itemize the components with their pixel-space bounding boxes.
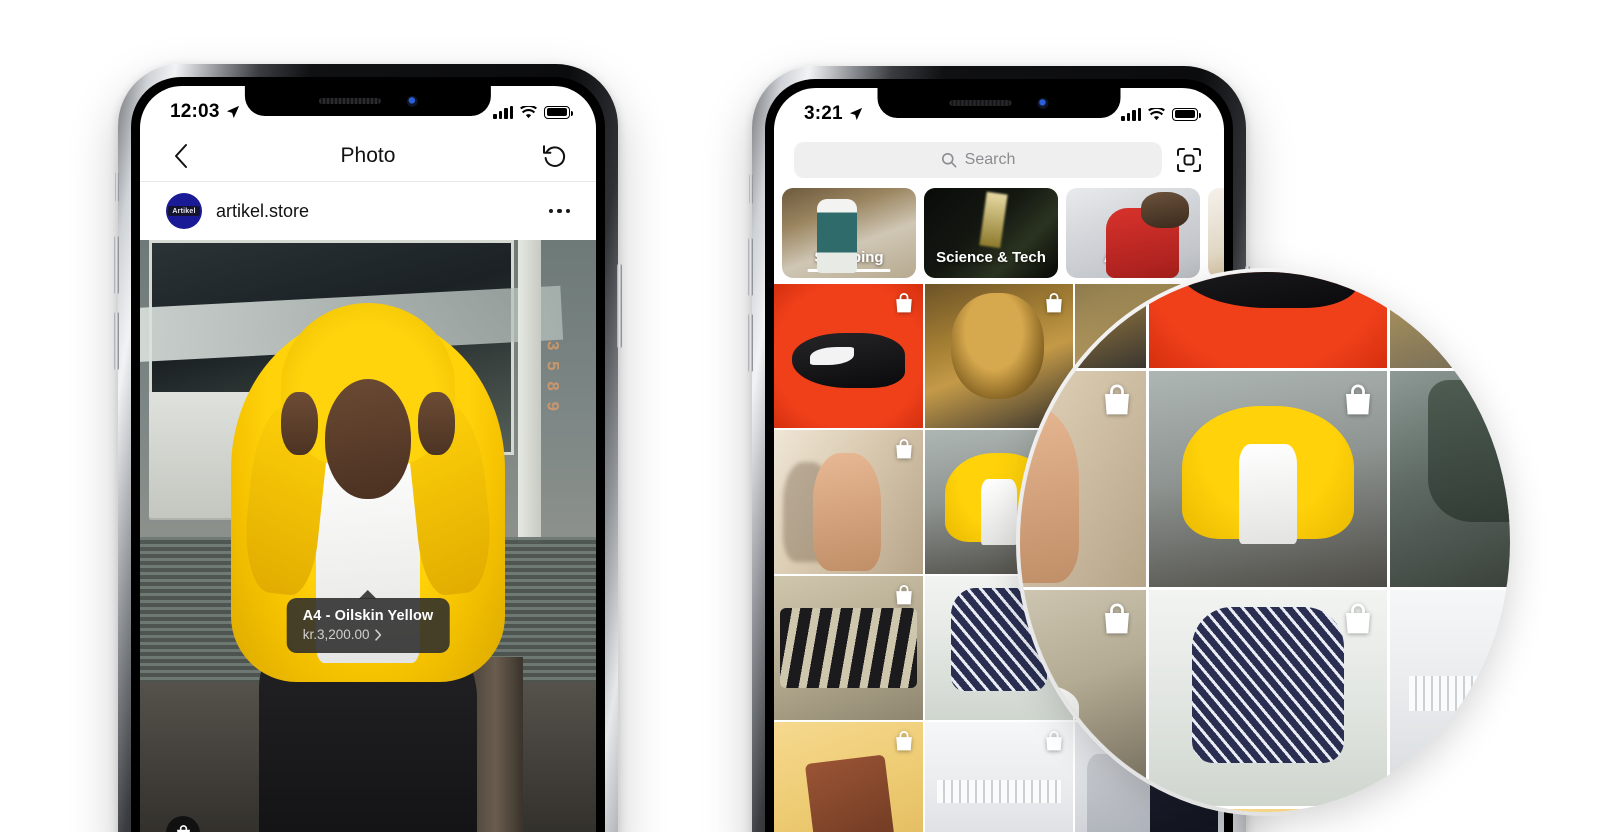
category-label: Science & Tech (936, 249, 1046, 266)
product-tag-tooltip[interactable]: A4 - Oilskin Yellow kr.3,200.00 (286, 598, 450, 653)
grid-tile-hand-with-rings[interactable] (774, 430, 923, 574)
zoom-tile-black-nike-sneakers[interactable] (1149, 272, 1387, 368)
left-phone-volume-down-button (114, 312, 119, 370)
zoom-tile-green-pants-sneaker[interactable] (1390, 371, 1510, 587)
left-phone-device: 12:03 Photo Artikel artikel.store 3 5 8 … (114, 64, 622, 832)
earpiece-speaker-icon (318, 98, 381, 104)
scan-code-button[interactable] (1174, 145, 1204, 175)
category-selected-indicator (807, 269, 891, 272)
zoom-tile-yellow-raincoat[interactable] (1149, 371, 1387, 587)
post-photo[interactable]: 3 5 8 9 A4 - Oilskin Yellow kr.3,200.00 (140, 240, 596, 832)
shopping-bag-badge-icon (893, 438, 915, 460)
left-phone-notch (244, 86, 492, 116)
search-placeholder: Search (964, 151, 1016, 168)
category-card-animals[interactable]: Animals (1066, 188, 1200, 278)
shopping-bag-badge-icon (1341, 383, 1375, 417)
category-card-next[interactable] (1208, 188, 1224, 278)
search-icon (941, 152, 957, 168)
shopping-bag-badge-icon (1100, 383, 1134, 417)
right-phone-volume-up-button (748, 238, 753, 296)
right-phone-notch (877, 88, 1121, 118)
shopping-bag-badge-icon (893, 292, 915, 314)
avatar-label: Artikel (168, 206, 200, 216)
chevron-right-icon (375, 628, 382, 641)
zoom-tile-white-air-force[interactable] (1390, 272, 1510, 368)
post-author-bar: Artikel artikel.store (140, 182, 596, 240)
status-time: 12:03 (170, 101, 220, 122)
zoomed-grid (1020, 272, 1510, 812)
left-phone-volume-up-button (114, 236, 119, 294)
front-camera-icon (1037, 97, 1049, 109)
category-card-science-tech[interactable]: Science & Tech (924, 188, 1058, 278)
left-status-bar-left: 12:03 (170, 101, 240, 123)
zoom-tile-white-sneaker-straw[interactable] (1020, 590, 1146, 806)
grid-tile-leather-wallet[interactable] (774, 722, 923, 832)
cellular-signal-icon (493, 105, 513, 119)
right-phone-volume-down-button (748, 314, 753, 372)
battery-full-icon (544, 105, 573, 119)
shopping-bag-badge-icon (893, 584, 915, 606)
page-title: Photo (340, 143, 396, 167)
zoom-tile-champion-tshirts[interactable] (1020, 809, 1146, 812)
cellular-signal-icon (1121, 107, 1141, 121)
left-phone-screen: 12:03 Photo Artikel artikel.store 3 5 8 … (140, 86, 596, 832)
grid-tile-black-nike-sneakers[interactable] (774, 284, 923, 428)
product-tag-title: A4 - Oilskin Yellow (302, 608, 434, 624)
left-phone-power-button (617, 264, 622, 348)
scan-code-icon (1177, 148, 1201, 172)
zoom-tile-leather-wallet[interactable] (1149, 809, 1387, 812)
right-status-bar-right (1121, 107, 1201, 121)
battery-full-icon (1172, 107, 1201, 121)
shopping-bag-badge-icon (1100, 602, 1134, 636)
left-phone-bezel: 12:03 Photo Artikel artikel.store 3 5 8 … (131, 77, 605, 832)
screenshot-stage: 12:03 Photo Artikel artikel.store 3 5 8 … (0, 0, 1600, 832)
storefront-number-decor: 3 5 8 9 (543, 341, 563, 415)
product-tag-price-row: kr.3,200.00 (303, 627, 434, 642)
zoom-tile-hand-with-rings[interactable] (1020, 371, 1146, 587)
shopping-bag-badge-icon (893, 730, 915, 752)
front-camera-icon (406, 95, 418, 107)
zoom-tile-golden-bust[interactable] (1020, 272, 1146, 368)
category-label: Shopping (814, 249, 884, 266)
category-label: Animals (1103, 249, 1163, 266)
back-button[interactable] (164, 139, 198, 173)
author-username[interactable]: artikel.store (216, 201, 309, 222)
zoom-tile-golf-clubs[interactable] (1390, 809, 1510, 812)
earpiece-speaker-icon (949, 100, 1012, 106)
zoom-tile-navy-sweatshirt[interactable] (1149, 590, 1387, 806)
right-status-bar-left: 3:21 (804, 103, 863, 125)
location-arrow-icon (226, 105, 240, 119)
grid-tile-golf-clubs[interactable] (774, 576, 923, 720)
circular-zoom-overlay (1020, 272, 1510, 812)
zoom-tile-balcony-interior[interactable] (1390, 590, 1510, 806)
search-input[interactable]: Search (794, 142, 1162, 178)
status-time: 3:21 (804, 103, 843, 124)
shopping-bag-badge-icon (1341, 602, 1375, 636)
wifi-icon (520, 105, 537, 119)
left-status-bar-right (493, 105, 573, 119)
category-carousel[interactable]: Shopping Science & Tech Animals (774, 188, 1224, 278)
photo-artwork: 3 5 8 9 (140, 240, 596, 832)
category-card-shopping[interactable]: Shopping (782, 188, 916, 278)
more-horizontal-icon[interactable] (548, 208, 570, 214)
avatar[interactable]: Artikel (166, 193, 202, 229)
wifi-icon (1148, 107, 1165, 121)
shopping-bag-icon (176, 825, 190, 832)
refresh-counterclockwise-icon[interactable] (538, 139, 572, 173)
product-tag-price: kr.3,200.00 (302, 627, 370, 642)
left-phone-navbar: Photo (140, 130, 596, 182)
right-phone-silence-switch (749, 174, 753, 204)
left-phone-silence-switch (115, 172, 119, 202)
explore-search-row: Search (774, 134, 1224, 186)
location-arrow-icon (849, 107, 863, 121)
